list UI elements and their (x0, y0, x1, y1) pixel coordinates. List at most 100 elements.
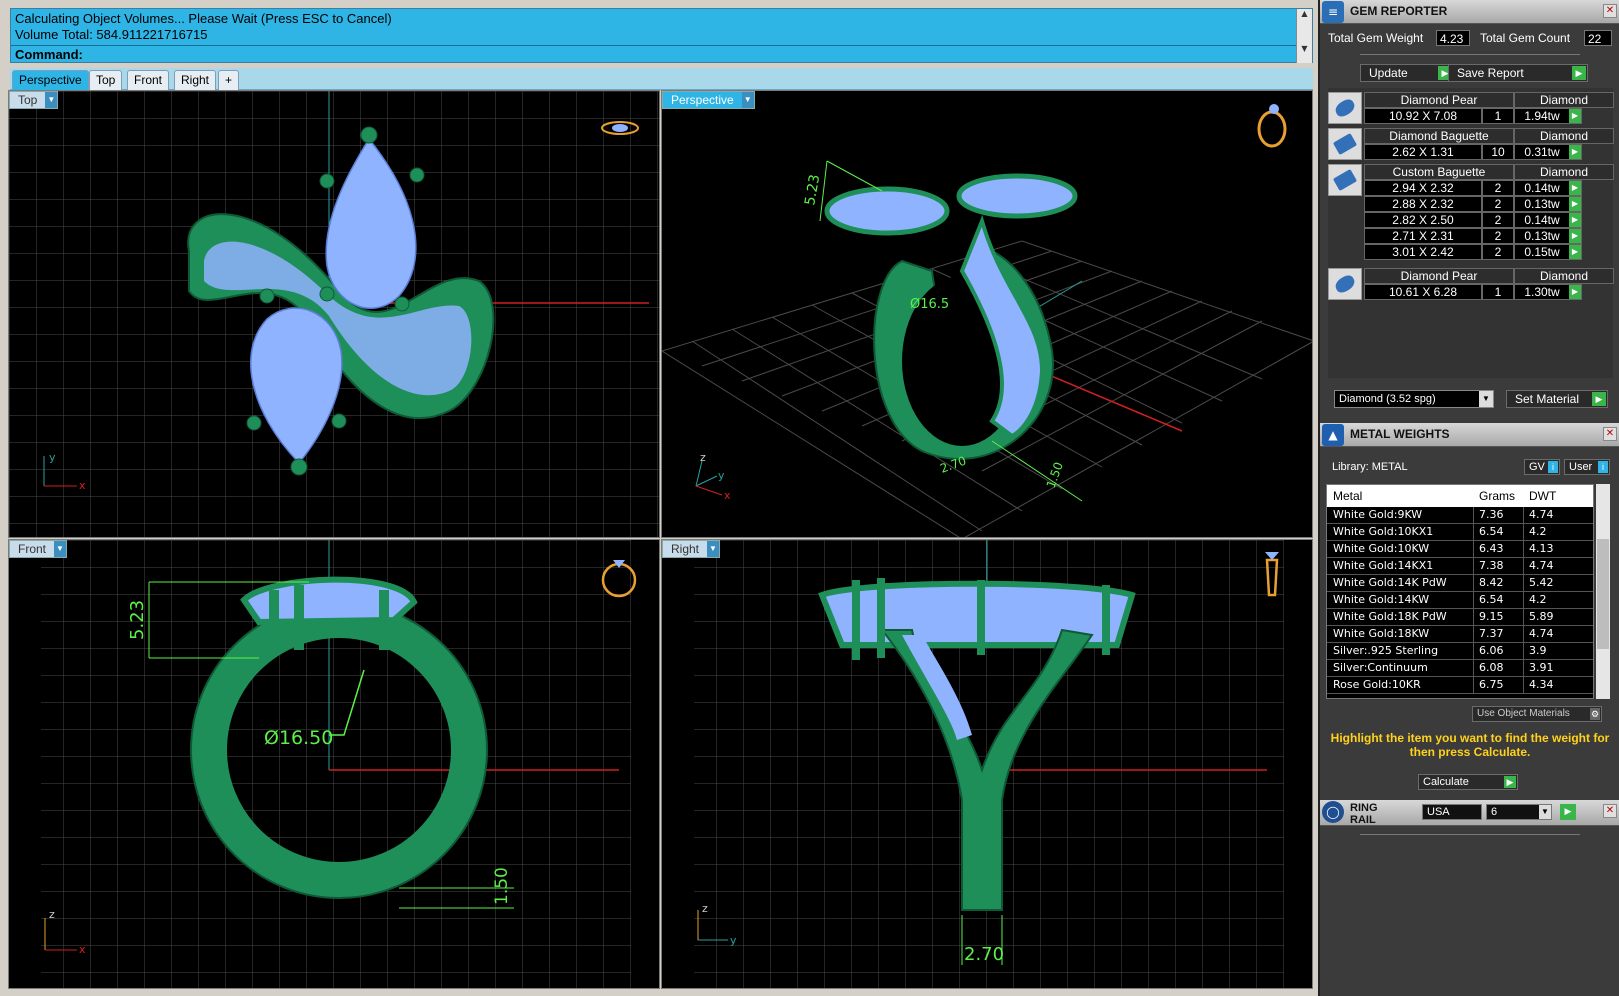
gem-qty: 1 (1482, 108, 1514, 124)
axis-y-label: y (49, 451, 56, 464)
save-report-button[interactable]: Save Report ▶ (1448, 64, 1588, 82)
table-row[interactable]: Rose Gold:10KR 6.75 4.34 (1327, 677, 1593, 694)
set-material-button[interactable]: Set Material ▶ (1506, 390, 1608, 408)
baguette-gem-icon (1328, 128, 1362, 160)
table-row[interactable]: White Gold:9KW 7.36 4.74 (1327, 507, 1593, 524)
chevron-down-icon[interactable]: ▼ (707, 541, 720, 557)
front-view-canvas: 5.23 Ø16.50 1.50 z x (41, 540, 637, 988)
update-button[interactable]: Update ▶ (1360, 64, 1454, 82)
scrollbar-thumb[interactable] (1597, 539, 1609, 649)
column-dwt[interactable]: DWT (1529, 485, 1556, 507)
grams-cell: 7.38 (1479, 559, 1504, 572)
viewport-right[interactable]: 2.70 z y Right ▼ (661, 539, 1313, 989)
front-dim-diameter: Ø16.50 (264, 727, 333, 749)
add-tab-button[interactable]: + (218, 70, 240, 90)
chevron-down-icon[interactable]: ▼ (45, 92, 58, 108)
dwt-cell: 4.34 (1529, 678, 1554, 691)
table-row[interactable]: White Gold:14KW 6.54 4.2 (1327, 592, 1593, 609)
table-row[interactable]: Silver:.925 Sterling 6.06 3.9 (1327, 643, 1593, 660)
chevron-down-icon[interactable]: ▼ (1539, 805, 1551, 819)
apply-ring-size-button[interactable]: ▶ (1560, 804, 1576, 820)
column-divider (1523, 507, 1524, 523)
column-divider (1523, 660, 1524, 676)
perspective-dim-bottom: 1.50 (1044, 460, 1066, 490)
table-row[interactable]: White Gold:10KX1 6.54 4.2 (1327, 524, 1593, 541)
column-divider (1473, 558, 1474, 574)
flask-icon: ▲ (1322, 424, 1344, 446)
use-object-materials-button[interactable]: Use Object Materials ⚙ (1472, 706, 1602, 722)
viewport-front[interactable]: 5.23 Ø16.50 1.50 z x Front ▼ (8, 539, 660, 989)
viewport-label-right[interactable]: Right ▼ (662, 540, 721, 558)
calculate-button[interactable]: Calculate ▶ (1418, 774, 1518, 790)
column-metal[interactable]: Metal (1333, 485, 1362, 507)
history-line-1: Calculating Object Volumes... Please Wai… (15, 11, 392, 26)
close-icon[interactable]: ✕ (1603, 804, 1617, 818)
gem-weight[interactable]: 0.13tw ▶ (1514, 196, 1582, 212)
gem-weight[interactable]: 0.13tw ▶ (1514, 228, 1582, 244)
gem-qty: 2 (1482, 196, 1514, 212)
command-area: Calculating Object Volumes... Please Wai… (10, 8, 1313, 63)
gem-weight[interactable]: 0.14tw ▶ (1514, 180, 1582, 196)
user-toggle[interactable]: User i (1564, 459, 1610, 475)
tab-perspective[interactable]: Perspective (12, 70, 89, 90)
viewport-label-front[interactable]: Front ▼ (9, 540, 68, 558)
dwt-cell: 4.2 (1529, 593, 1547, 606)
scroll-up-icon[interactable]: ▲ (1297, 9, 1312, 18)
ring-size-select[interactable]: 6 ▼ (1486, 804, 1552, 820)
gem-weight[interactable]: 0.14tw ▶ (1514, 212, 1582, 228)
tab-right[interactable]: Right (174, 70, 217, 90)
perspective-dim-diameter: Ø16.5 (910, 297, 949, 312)
metal-name-cell: White Gold:18KW (1333, 627, 1430, 640)
ring-standard-field[interactable]: USA (1422, 804, 1482, 820)
scroll-down-icon[interactable]: ▼ (1297, 44, 1312, 53)
column-divider (1473, 660, 1474, 676)
viewport-perspective[interactable]: 5.23 Ø16.5 2.70 1.50 z y x Perspective ▼ (661, 90, 1313, 538)
chevron-down-icon[interactable]: ▼ (54, 541, 67, 557)
table-row[interactable]: White Gold:18K PdW 9.15 5.89 (1327, 609, 1593, 626)
gv-toggle[interactable]: GV i (1524, 459, 1560, 475)
close-icon[interactable]: ✕ (1603, 427, 1617, 441)
command-input[interactable]: Command: (11, 45, 1296, 63)
column-divider (1473, 524, 1474, 540)
material-select[interactable]: Diamond (3.52 spg) ▼ (1334, 390, 1494, 408)
grams-cell: 6.06 (1479, 644, 1504, 657)
gem-weight[interactable]: 0.31tw ▶ (1514, 144, 1582, 160)
baguette-gem-icon (1328, 164, 1362, 196)
gem-weight[interactable]: 1.94tw ▶ (1514, 108, 1582, 124)
table-row[interactable]: White Gold:18KW 7.37 4.74 (1327, 626, 1593, 643)
metal-name-cell: White Gold:18K PdW (1333, 610, 1447, 623)
chevron-down-icon[interactable]: ▼ (1479, 391, 1493, 407)
tab-top[interactable]: Top (89, 70, 123, 90)
table-row[interactable]: White Gold:10KW 6.43 4.13 (1327, 541, 1593, 558)
command-scrollbar[interactable]: ▲ ▼ (1296, 9, 1312, 63)
grams-cell: 7.36 (1479, 508, 1504, 521)
column-divider (1473, 592, 1474, 608)
column-grams[interactable]: Grams (1479, 485, 1515, 507)
tab-front[interactable]: Front (127, 70, 170, 90)
divider (1360, 834, 1580, 835)
grams-cell: 6.54 (1479, 525, 1504, 538)
dwt-cell: 4.2 (1529, 525, 1547, 538)
play-icon: ▶ (1504, 776, 1516, 788)
column-divider (1523, 643, 1524, 659)
column-divider (1523, 558, 1524, 574)
pear-gem-icon (1328, 92, 1362, 124)
metal-name-cell: White Gold:14K PdW (1333, 576, 1447, 589)
table-row[interactable]: Silver:Continuum 6.08 3.91 (1327, 660, 1593, 677)
perspective-view-canvas: 5.23 Ø16.5 2.70 1.50 z y x (662, 104, 1312, 537)
viewport-label-perspective[interactable]: Perspective ▼ (662, 91, 755, 109)
metal-table-scrollbar[interactable] (1596, 484, 1610, 699)
play-icon: ▶ (1569, 145, 1581, 159)
table-row[interactable]: White Gold:14K PdW 8.42 5.42 (1327, 575, 1593, 592)
info-icon: i (1598, 461, 1608, 473)
close-icon[interactable]: ✕ (1603, 4, 1617, 18)
app-window: Calculating Object Volumes... Please Wai… (0, 0, 1619, 996)
viewport-label-top[interactable]: Top ▼ (9, 91, 59, 109)
table-row[interactable]: White Gold:14KX1 7.38 4.74 (1327, 558, 1593, 575)
viewport-top[interactable]: y x Top ▼ (8, 90, 660, 538)
chevron-down-icon[interactable]: ▼ (741, 92, 754, 108)
metal-name-cell: White Gold:14KW (1333, 593, 1430, 606)
viewport-tabs: Perspective Top Front Right + (10, 68, 1313, 90)
gem-weight[interactable]: 1.30tw ▶ (1514, 284, 1582, 300)
gem-weight[interactable]: 0.15tw ▶ (1514, 244, 1582, 260)
